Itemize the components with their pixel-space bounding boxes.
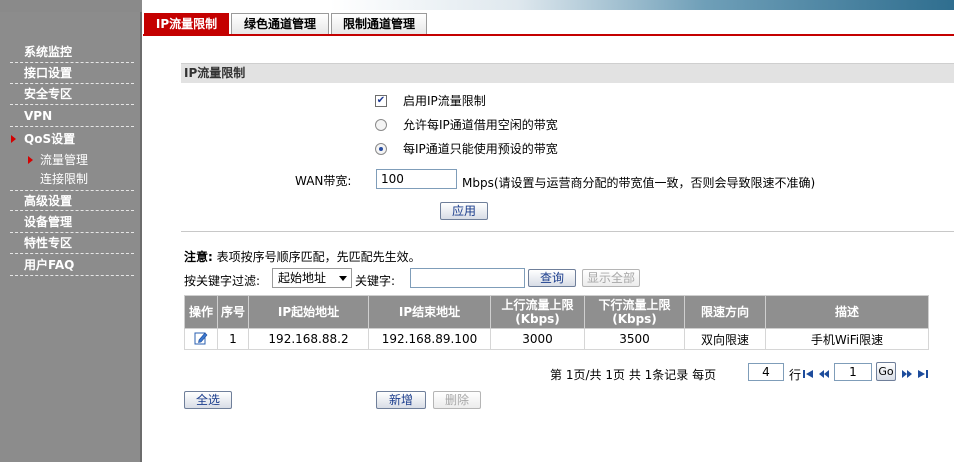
borrow-bandwidth-radio[interactable]	[375, 119, 387, 131]
last-page-icon[interactable]	[917, 368, 929, 380]
tab-limit-channel[interactable]: 限制通道管理	[331, 13, 427, 35]
wan-bandwidth-label: WAN带宽:	[295, 174, 352, 188]
table-row: 1 192.168.88.2 192.168.89.100 3000 3500 …	[184, 328, 929, 350]
rules-table: 操作 序号 IP起始地址 IP结束地址 上行流量上限 (Kbps) 下行流量上限…	[184, 295, 929, 350]
tab-bar: IP流量限制 绿色通道管理 限制通道管理	[143, 12, 954, 36]
sidebar-item-device[interactable]: 设备管理	[10, 212, 134, 233]
sidebar-item-vpn[interactable]: VPN	[10, 106, 134, 127]
note-text: 注意: 表项按序号顺序匹配，先匹配先生效。	[184, 248, 421, 265]
pager-records-suffix: 条记录 每页	[652, 368, 717, 382]
preset-bandwidth-radio[interactable]	[375, 143, 387, 155]
sidebar-item-label: 特性专区	[24, 236, 73, 250]
sidebar-item-qos[interactable]: QoS设置	[10, 129, 134, 150]
row-ip-start: 192.168.88.2	[248, 328, 369, 350]
row-direction: 双向限速	[684, 328, 766, 350]
row-action-cell	[184, 328, 218, 350]
row-ip-end: 192.168.89.100	[368, 328, 491, 350]
apply-button[interactable]: 应用	[440, 202, 488, 220]
enable-checkbox[interactable]: ✔	[375, 95, 387, 107]
filter-field-select[interactable]: 起始地址	[272, 268, 352, 288]
filter-select-value: 起始地址	[278, 271, 327, 285]
sidebar-item-label: 系统监控	[24, 45, 73, 59]
top-banner	[0, 0, 954, 12]
header-ip-start: IP起始地址	[248, 295, 369, 329]
note-body: 表项按序号顺序匹配，先匹配先生效。	[216, 250, 421, 264]
delete-button[interactable]: 删除	[433, 391, 481, 409]
per-page-input[interactable]: 4	[748, 363, 784, 381]
panel-title: IP流量限制	[181, 63, 954, 83]
goto-page-input[interactable]: 1	[834, 363, 872, 381]
row-index: 1	[217, 328, 249, 350]
show-all-button[interactable]: 显示全部	[582, 269, 640, 287]
section-divider	[181, 231, 954, 232]
sidebar-subitem-traffic[interactable]: 流量管理	[10, 151, 134, 170]
sidebar-subitem-label: 流量管理	[40, 153, 89, 167]
sidebar-subitem-label: 连接限制	[40, 172, 89, 186]
header-direction: 限速方向	[684, 295, 766, 329]
banner-decoration	[330, 0, 954, 10]
tab-green-channel[interactable]: 绿色通道管理	[231, 13, 329, 35]
wan-bandwidth-input[interactable]	[376, 169, 457, 189]
header-ip-end: IP结束地址	[368, 295, 491, 329]
sidebar-item-system-monitor[interactable]: 系统监控	[10, 42, 134, 63]
keyword-label: 关键字:	[355, 274, 396, 288]
banner-sidebar-strip	[0, 0, 142, 12]
pager-text: 第 1页/共 1页 共 1条记录 每页	[550, 366, 716, 384]
header-action: 操作	[184, 295, 218, 329]
sidebar-item-label: 高级设置	[24, 194, 73, 208]
per-page-suffix: 行	[789, 368, 802, 382]
go-button[interactable]: Go	[876, 362, 896, 381]
edit-icon[interactable]	[194, 331, 208, 345]
header-description: 描述	[765, 295, 929, 329]
pager-page-suffix: 页 共	[613, 368, 641, 382]
row-downlink: 3500	[584, 328, 685, 350]
tab-ip-traffic-limit[interactable]: IP流量限制	[144, 13, 229, 35]
borrow-bandwidth-label: 允许每IP通道借用空闲的带宽	[403, 118, 558, 132]
sidebar-item-features[interactable]: 特性专区	[10, 233, 134, 254]
next-page-icon[interactable]	[901, 368, 913, 380]
sidebar-item-label: 接口设置	[24, 66, 73, 80]
sidebar-subitem-connection-limit[interactable]: 连接限制	[10, 170, 134, 189]
select-all-button[interactable]: 全选	[184, 391, 232, 409]
header-uplink: 上行流量上限 (Kbps)	[490, 295, 585, 329]
header-downlink: 下行流量上限 (Kbps)	[584, 295, 685, 329]
row-description: 手机WiFi限速	[765, 328, 929, 350]
first-page-icon[interactable]	[802, 368, 814, 380]
search-button[interactable]: 查询	[528, 269, 576, 287]
sidebar-item-label: QoS设置	[24, 132, 76, 146]
selected-arrow-icon	[28, 156, 33, 164]
add-button[interactable]: 新增	[376, 391, 426, 409]
tab-underline	[143, 34, 954, 36]
prev-page-icon[interactable]	[818, 368, 830, 380]
router-admin-page: 系统监控 接口设置 安全专区 VPN QoS设置 流量管理 连接限制 高级设置 …	[0, 0, 954, 462]
row-uplink: 3000	[490, 328, 585, 350]
filter-label: 按关键字过滤:	[184, 274, 261, 288]
expanded-arrow-icon	[11, 135, 16, 143]
sidebar-item-faq[interactable]: 用户FAQ	[10, 255, 134, 276]
sidebar-item-label: 用户FAQ	[24, 258, 75, 272]
pager-page-mid: 页/共	[573, 368, 602, 382]
table-header-row: 操作 序号 IP起始地址 IP结束地址 上行流量上限 (Kbps) 下行流量上限…	[184, 295, 929, 329]
preset-bandwidth-label: 每IP通道只能使用预设的带宽	[403, 142, 558, 156]
header-index: 序号	[217, 295, 249, 329]
pager-page-prefix: 第	[550, 368, 563, 382]
sidebar-edge	[140, 12, 142, 462]
sidebar-item-security[interactable]: 安全专区	[10, 84, 134, 105]
sidebar-item-advanced[interactable]: 高级设置	[10, 190, 134, 211]
sidebar-item-label: VPN	[24, 109, 53, 123]
pager-total-pages: 1	[605, 368, 613, 382]
enable-label: 启用IP流量限制	[403, 94, 486, 108]
sidebar-item-interface[interactable]: 接口设置	[10, 63, 134, 84]
note-prefix: 注意:	[184, 250, 213, 264]
sidebar-item-label: 设备管理	[24, 215, 73, 229]
chevron-down-icon	[339, 276, 347, 281]
sidebar: 系统监控 接口设置 安全专区 VPN QoS设置 流量管理 连接限制 高级设置 …	[0, 12, 142, 462]
keyword-input[interactable]	[410, 268, 525, 288]
sidebar-item-label: 安全专区	[24, 87, 73, 101]
wan-bandwidth-hint: Mbps(请设置与运营商分配的带宽值一致，否则会导致限速不准确)	[462, 176, 816, 190]
